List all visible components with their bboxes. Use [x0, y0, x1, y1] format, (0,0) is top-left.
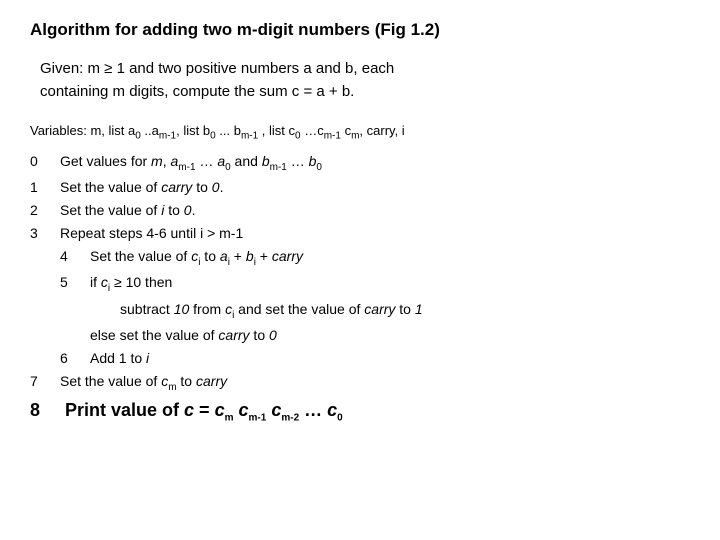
step-0-text: Get values for m, am-1 … a0 and bm-1 … b…: [60, 150, 322, 176]
step-5a: subtract 10 from ci and set the value of…: [120, 298, 690, 324]
step-4-num: 4: [60, 245, 90, 268]
step-6: 6 Add 1 to i: [60, 347, 690, 370]
step-6-text: Add 1 to i: [90, 347, 149, 370]
page-title: Algorithm for adding two m-digit numbers…: [30, 20, 690, 40]
step-5b-text: else set the value of carry to 0: [90, 324, 277, 347]
step-8-text: Print value of c = cm cm-1 cm-2 … c0: [60, 397, 343, 426]
step-5-num: 5: [60, 271, 90, 294]
variables-line: Variables: m, list a0 ..am-1, list b0 ..…: [30, 123, 690, 142]
given-block: Given: m ≥ 1 and two positive numbers a …: [40, 58, 690, 103]
step-3-text: Repeat steps 4-6 until i > m-1: [60, 222, 243, 245]
step-0-num: 0: [30, 150, 60, 173]
step-2: 2 Set the value of i to 0.: [30, 199, 690, 222]
step-5a-text: subtract 10 from ci and set the value of…: [120, 298, 423, 324]
given-line1: Given: m ≥ 1 and two positive numbers a …: [40, 58, 690, 81]
step-1-num: 1: [30, 176, 60, 199]
step-1-text: Set the value of carry to 0.: [60, 176, 223, 199]
step-2-text: Set the value of i to 0.: [60, 199, 195, 222]
step-0: 0 Get values for m, am-1 … a0 and bm-1 ……: [30, 150, 690, 176]
step-7-text: Set the value of cm to carry: [60, 370, 227, 396]
algorithm-steps: 0 Get values for m, am-1 … a0 and bm-1 ……: [30, 150, 690, 426]
step-3: 3 Repeat steps 4-6 until i > m-1: [30, 222, 690, 245]
step-7-num: 7: [30, 370, 60, 393]
step-5b: else set the value of carry to 0: [90, 324, 690, 347]
step-5: 5 if ci ≥ 10 then: [60, 271, 690, 297]
step-8: 8 Print value of c = cm cm-1 cm-2 … c0: [30, 397, 690, 426]
step-3-num: 3: [30, 222, 60, 245]
step-2-num: 2: [30, 199, 60, 222]
page: Algorithm for adding two m-digit numbers…: [0, 0, 720, 540]
step-4: 4 Set the value of ci to ai + bi + carry: [60, 245, 690, 271]
step-7: 7 Set the value of cm to carry: [30, 370, 690, 396]
given-line2: containing m digits, compute the sum c =…: [40, 81, 690, 104]
step-6-num: 6: [60, 347, 90, 370]
step-8-num: 8: [30, 397, 60, 424]
step-5-text: if ci ≥ 10 then: [90, 271, 172, 297]
step-1: 1 Set the value of carry to 0.: [30, 176, 690, 199]
step-4-text: Set the value of ci to ai + bi + carry: [90, 245, 303, 271]
